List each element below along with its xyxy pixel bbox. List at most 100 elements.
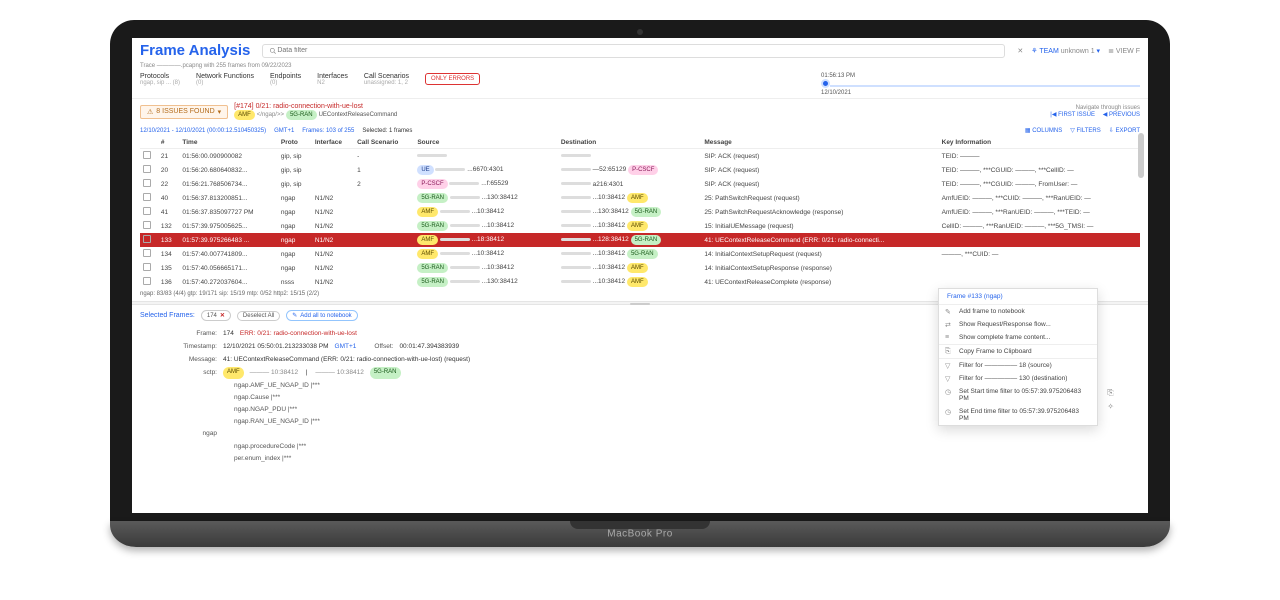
- column-header[interactable]: Call Scenario: [354, 137, 414, 149]
- row-checkbox[interactable]: [143, 151, 151, 159]
- column-header[interactable]: [550, 137, 558, 149]
- issues-banner: ⚠ 8 ISSUES FOUND ▾ [#174] 0/21: radio-co…: [132, 99, 1148, 124]
- top-nav: Protocolsngap, sip ... (8) Network Functi…: [132, 71, 1148, 99]
- search-input[interactable]: [277, 47, 998, 54]
- row-checkbox[interactable]: [143, 235, 151, 243]
- issue-pills: AMF </ngap/>> 5G-RAN UEContextReleaseCom…: [234, 110, 1038, 120]
- nav-item[interactable]: Endpoints(0): [270, 73, 301, 86]
- column-header[interactable]: Time: [179, 137, 278, 149]
- column-header[interactable]: Message: [701, 137, 938, 149]
- only-errors-button[interactable]: ONLY ERRORS: [425, 73, 480, 85]
- selected-count: Selected: 1 frames: [362, 128, 412, 134]
- trace-info: Trace ————.pcapng with 255 frames from 0…: [132, 63, 1148, 71]
- menu-item-icon: ≡: [945, 334, 949, 341]
- table-row[interactable]: 13401:57:40.007741809...ngapN1/N2AMF ...…: [140, 247, 1140, 261]
- side-icons: ⎘ ✧: [1107, 388, 1114, 411]
- header-tools: ✕ ⚘ TEAM unknown 1 ▾ ≣ VIEW F: [1017, 47, 1140, 55]
- table-row[interactable]: 13201:57:39.975005625...ngapN1/N25G-RAN …: [140, 219, 1140, 233]
- frames-table: #TimeProtoInterfaceCall ScenarioSource De…: [140, 137, 1140, 289]
- row-checkbox[interactable]: [143, 179, 151, 187]
- tz[interactable]: GMT+1: [274, 128, 294, 134]
- timeline-track[interactable]: [830, 85, 1140, 87]
- issue-nav: Navigate through issues |◀ FIRST ISSUE ◀…: [1044, 105, 1140, 118]
- prev-issue-link[interactable]: ◀ PREVIOUS: [1103, 112, 1140, 118]
- view-button[interactable]: ≣ VIEW F: [1108, 47, 1140, 55]
- context-menu-item[interactable]: ⇄Show Request/Response flow...: [939, 318, 1097, 331]
- timeline[interactable]: 01:56:13 PM 12/10/2021: [821, 73, 1140, 96]
- table-row[interactable]: 2101:56:00.090900082gip, sip- SIP: ACK (…: [140, 149, 1140, 164]
- nav-item[interactable]: InterfacesN2: [317, 73, 348, 86]
- column-header[interactable]: Source: [414, 137, 550, 149]
- issues-badge[interactable]: ⚠ 8 ISSUES FOUND ▾: [140, 105, 228, 119]
- table-row[interactable]: 4101:56:37.835097727 PMngapN1/N2AMF ...1…: [140, 205, 1140, 219]
- tree-node[interactable]: ngap.procedureCode |***: [234, 441, 1132, 453]
- table-row[interactable]: 13301:57:39.975266483 ...ngapN1/N2AMF ..…: [140, 233, 1140, 247]
- context-menu-item[interactable]: ◷Set Start time filter to 05:57:39.97520…: [939, 385, 1097, 405]
- deselect-all-button[interactable]: Deselect All: [237, 311, 280, 321]
- team-link[interactable]: ⚘ TEAM unknown 1 ▾: [1031, 47, 1100, 55]
- menu-item-icon: ✎: [945, 308, 951, 316]
- tag-amf: AMF: [234, 110, 255, 120]
- issue-desc: [#174] 0/21: radio-connection-with-ue-lo…: [234, 103, 1038, 110]
- table-header-row: #TimeProtoInterfaceCall ScenarioSource De…: [140, 137, 1140, 149]
- context-menu-item[interactable]: ⎘Copy Frame to Clipboard: [939, 344, 1097, 358]
- table-row[interactable]: 2001:56:20.680640832...gip, sip1UE ...66…: [140, 163, 1140, 177]
- tree-node[interactable]: per.enum_index |***: [234, 453, 1132, 465]
- remove-icon[interactable]: ✕: [220, 312, 225, 319]
- menu-item-icon: ◷: [945, 408, 951, 416]
- menu-item-icon: ◷: [945, 388, 951, 396]
- nav-item[interactable]: Network Functions(0): [196, 73, 254, 86]
- context-menu-item[interactable]: ✎Add frame to notebook: [939, 305, 1097, 318]
- menu-item-icon: ▽: [945, 375, 950, 383]
- search-box[interactable]: [262, 44, 1005, 58]
- nav-item[interactable]: Call Scenariosunassigned: 1, 2: [364, 73, 409, 86]
- column-header[interactable]: Interface: [312, 137, 354, 149]
- timeline-marker[interactable]: [821, 79, 830, 88]
- row-checkbox[interactable]: [143, 193, 151, 201]
- selected-chip[interactable]: 174 ✕: [201, 310, 231, 321]
- table-row[interactable]: 4001:56:37.813200851...ngapN1/N25G-RAN .…: [140, 191, 1140, 205]
- column-header[interactable]: Key Information: [939, 137, 1140, 149]
- table-row[interactable]: 13501:57:40.056665171...ngapN1/N25G-RAN …: [140, 261, 1140, 275]
- date-range[interactable]: 12/10/2021 - 12/10/2021 (00:00:12.510450…: [140, 128, 266, 134]
- first-issue-link[interactable]: |◀ FIRST ISSUE: [1050, 112, 1095, 118]
- row-checkbox[interactable]: [143, 277, 151, 285]
- column-header[interactable]: Destination: [558, 137, 694, 149]
- column-header[interactable]: Proto: [278, 137, 312, 149]
- menu-item-icon: ⇄: [945, 321, 951, 329]
- context-menu-item[interactable]: ▽Filter for ————— 18 (source): [939, 358, 1097, 372]
- row-checkbox[interactable]: [143, 207, 151, 215]
- search-icon: [269, 47, 277, 55]
- laptop-frame: Frame Analysis ✕ ⚘ TEAM unknown 1 ▾ ≣ VI…: [110, 20, 1170, 547]
- table-row[interactable]: 2201:56:21.768506734...gip, sip2P-CSCF .…: [140, 177, 1140, 191]
- row-checkbox[interactable]: [143, 263, 151, 271]
- columns-button[interactable]: ▦ COLUMNS: [1025, 127, 1062, 134]
- column-header[interactable]: #: [158, 137, 180, 149]
- context-menu-header: Frame #133 (ngap): [939, 289, 1097, 305]
- tag-5gran: 5G-RAN: [286, 110, 317, 120]
- column-header[interactable]: [140, 137, 158, 149]
- page-title: Frame Analysis: [140, 42, 250, 59]
- detail-tree-ngap: ngap.procedureCode |***per.enum_index |*…: [222, 441, 1132, 465]
- scrollbar-thumb[interactable]: [1138, 133, 1144, 178]
- laptop-chin: MacBook Pro: [110, 521, 1170, 547]
- context-menu-item[interactable]: ◷Set End time filter to 05:57:39.9752064…: [939, 405, 1097, 425]
- row-checkbox[interactable]: [143, 249, 151, 257]
- filters-button[interactable]: ▽ FILTERS: [1070, 127, 1101, 134]
- row-checkbox[interactable]: [143, 165, 151, 173]
- copy-icon[interactable]: ⎘: [1107, 388, 1114, 398]
- app-screen: Frame Analysis ✕ ⚘ TEAM unknown 1 ▾ ≣ VI…: [132, 38, 1148, 513]
- wand-icon[interactable]: ✕: [1017, 47, 1023, 55]
- timeline-date: 12/10/2021: [821, 90, 1140, 96]
- context-menu-item[interactable]: ▽Filter for ————— 130 (destination): [939, 372, 1097, 385]
- scrollbar[interactable]: [1138, 133, 1144, 473]
- column-header[interactable]: [694, 137, 702, 149]
- menu-item-icon: ▽: [945, 362, 950, 370]
- table-row[interactable]: 13601:57:40.272037604...nsssN1/N25G-RAN …: [140, 275, 1140, 289]
- sparkle-icon[interactable]: ✧: [1107, 402, 1114, 411]
- nav-item[interactable]: Protocolsngap, sip ... (8): [140, 73, 180, 86]
- row-checkbox[interactable]: [143, 221, 151, 229]
- add-to-notebook-button[interactable]: ✎ Add all to notebook: [286, 310, 357, 321]
- context-menu-item[interactable]: ≡Show complete frame content...: [939, 331, 1097, 344]
- export-button[interactable]: ⇩ EXPORT: [1109, 127, 1140, 134]
